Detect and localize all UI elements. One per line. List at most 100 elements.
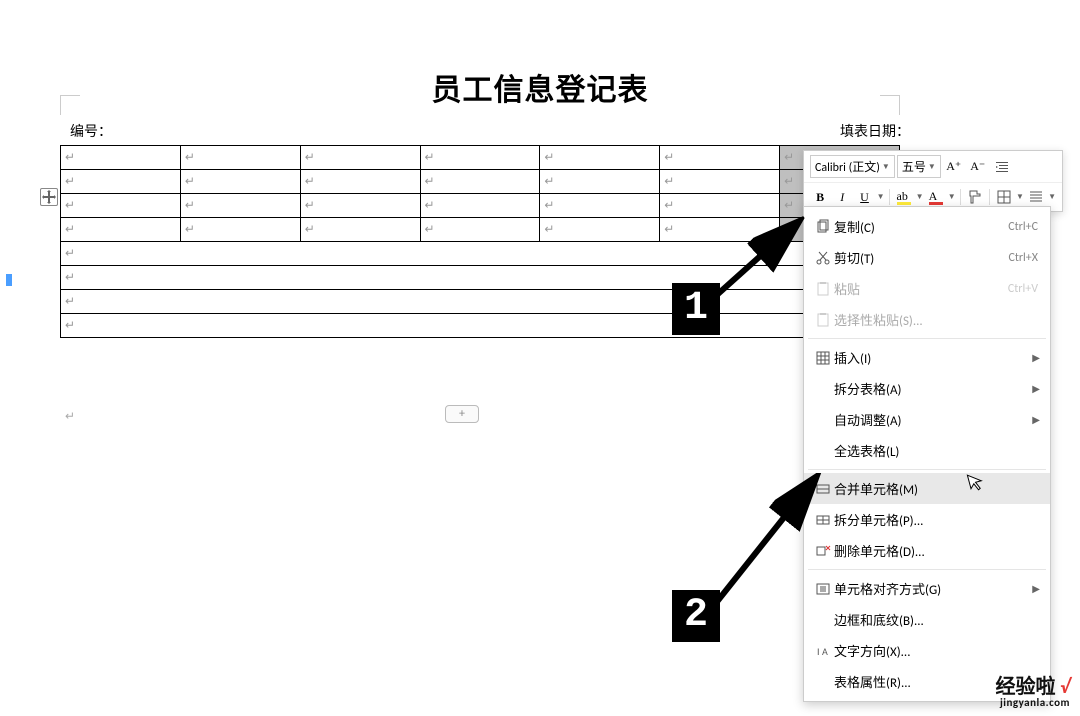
increase-font-button[interactable]: A⁺ [943, 157, 965, 177]
table-cell[interactable]: ↵ [61, 146, 181, 170]
table-cell[interactable]: ↵ [420, 194, 540, 218]
insert-icon [812, 350, 834, 366]
page-break-marker [6, 274, 12, 286]
table-cell[interactable]: ↵ [420, 218, 540, 242]
menu-label: 合并单元格(M) [834, 479, 1038, 498]
menu-label: 拆分单元格(P)... [834, 510, 1038, 529]
menu-shortcut: Ctrl+V [1008, 282, 1038, 296]
menu-insert[interactable]: 插入(I) ▶ [804, 342, 1050, 373]
header-number-label: 编号： [70, 121, 112, 141]
highlight-label: ab [897, 189, 908, 203]
table-cell[interactable]: ↵ [300, 146, 420, 170]
menu-paste: 粘贴 Ctrl+V [804, 273, 1050, 304]
watermark-check: √ [1060, 675, 1070, 699]
format-painter-button[interactable] [965, 187, 985, 207]
table-cell[interactable]: ↵ [180, 146, 300, 170]
watermark: 经验啦 √ jingyanla.com [996, 677, 1071, 708]
font-size-value: 五号 [902, 158, 926, 175]
table-row: ↵ ↵ ↵ ↵ ↵ ↵ ↵ [61, 194, 900, 218]
page-corner-tl [60, 95, 80, 115]
table-cell[interactable]: ↵ [180, 170, 300, 194]
context-menu: 复制(C) Ctrl+C 剪切(T) Ctrl+X 粘贴 Ctrl+V 选择性粘… [803, 206, 1051, 702]
table-row: ↵ ↵ ↵ ↵ ↵ ↵ ↵ [61, 146, 900, 170]
menu-copy[interactable]: 复制(C) Ctrl+C [804, 211, 1050, 242]
font-size-selector[interactable]: 五号 ▼ [897, 155, 941, 178]
table-cell[interactable]: ↵ [180, 218, 300, 242]
table-move-handle[interactable] [40, 188, 58, 206]
table-cell[interactable]: ↵ [540, 170, 660, 194]
separator [960, 189, 961, 205]
add-row-button[interactable]: + [445, 405, 479, 423]
table-cell[interactable]: ↵ [61, 218, 181, 242]
dropdown-icon[interactable]: ▼ [1048, 192, 1056, 202]
dropdown-icon[interactable]: ▼ [1016, 192, 1024, 202]
table-cell[interactable]: ↵ [300, 170, 420, 194]
annotation-number-2: 2 [672, 590, 720, 642]
menu-label: 剪切(T) [834, 248, 1008, 267]
align-icon [1028, 189, 1044, 205]
bold-button[interactable]: B [810, 187, 830, 207]
separator [889, 189, 890, 205]
table-cell[interactable]: ↵ [300, 218, 420, 242]
table-cell[interactable]: ↵ [540, 194, 660, 218]
watermark-text: 经验啦 [996, 675, 1056, 699]
brush-icon [967, 189, 983, 205]
table-cell[interactable]: ↵ [420, 170, 540, 194]
menu-label: 选择性粘贴(S)... [834, 310, 1038, 329]
dropdown-icon[interactable]: ▼ [877, 192, 885, 202]
dropdown-icon: ▼ [928, 162, 936, 172]
table-cell[interactable]: ↵ [540, 146, 660, 170]
submenu-arrow-icon: ▶ [1032, 382, 1040, 395]
menu-autofit[interactable]: 自动调整(A) ▶ [804, 404, 1050, 435]
decrease-font-button[interactable]: A⁻ [967, 157, 989, 177]
indent-icon [994, 159, 1010, 175]
table-cell[interactable]: ↵ [180, 194, 300, 218]
dropdown-icon[interactable]: ▼ [948, 192, 956, 202]
table-cell[interactable]: ↵ [300, 194, 420, 218]
menu-label: 边框和底纹(B)... [834, 610, 1038, 629]
table-cell[interactable]: ↵ [540, 218, 660, 242]
indent-button[interactable] [991, 157, 1013, 177]
table-cell[interactable]: ↵ [420, 146, 540, 170]
menu-borders-shading[interactable]: 边框和底纹(B)... [804, 604, 1050, 635]
menu-select-all-table[interactable]: 全选表格(L) [804, 435, 1050, 466]
menu-label: 删除单元格(D)... [834, 541, 1038, 560]
table-cell[interactable]: ↵ [61, 170, 181, 194]
menu-label: 拆分表格(A) [834, 379, 1038, 398]
font-color-label: A [929, 189, 938, 203]
font-name-selector[interactable]: Calibri (正文) ▼ [810, 155, 895, 178]
menu-split-cells[interactable]: 拆分单元格(P)... [804, 504, 1050, 535]
menu-merge-cells[interactable]: 合并单元格(M) [804, 473, 1050, 504]
underline-button[interactable]: U [854, 187, 874, 207]
table-cell[interactable]: ↵ [660, 146, 780, 170]
table-row: ↵ ↵ ↵ ↵ ↵ ↵ ↵ [61, 170, 900, 194]
menu-delete-cells[interactable]: 删除单元格(D)... [804, 535, 1050, 566]
border-icon [996, 189, 1012, 205]
highlight-button[interactable]: ab [893, 187, 913, 207]
paragraph-mark: ↵ [65, 409, 75, 424]
font-color-button[interactable]: A [926, 187, 946, 207]
separator [989, 189, 990, 205]
table-cell[interactable]: ↵ [61, 194, 181, 218]
submenu-arrow-icon: ▶ [1032, 351, 1040, 364]
menu-split-table[interactable]: 拆分表格(A) ▶ [804, 373, 1050, 404]
menu-paste-special: 选择性粘贴(S)... [804, 304, 1050, 335]
menu-cut[interactable]: 剪切(T) Ctrl+X [804, 242, 1050, 273]
font-name-value: Calibri (正文) [815, 158, 880, 175]
menu-cell-align[interactable]: 单元格对齐方式(G) ▶ [804, 573, 1050, 604]
dropdown-icon: ▼ [882, 162, 890, 172]
menu-shortcut: Ctrl+C [1008, 220, 1038, 234]
menu-label: 复制(C) [834, 217, 1008, 236]
menu-label: 自动调整(A) [834, 410, 1038, 429]
watermark-url: jingyanla.com [996, 697, 1071, 708]
document-title: 员工信息登记表 [0, 65, 1080, 109]
dropdown-icon[interactable]: ▼ [916, 192, 924, 202]
menu-separator [808, 569, 1046, 570]
menu-label: 全选表格(L) [834, 441, 1038, 460]
align-button[interactable] [1026, 187, 1046, 207]
table-cell[interactable]: ↵ [660, 194, 780, 218]
table-cell[interactable]: ↵ [660, 170, 780, 194]
italic-button[interactable]: I [832, 187, 852, 207]
svg-text:A: A [822, 645, 828, 658]
border-button[interactable] [994, 187, 1014, 207]
